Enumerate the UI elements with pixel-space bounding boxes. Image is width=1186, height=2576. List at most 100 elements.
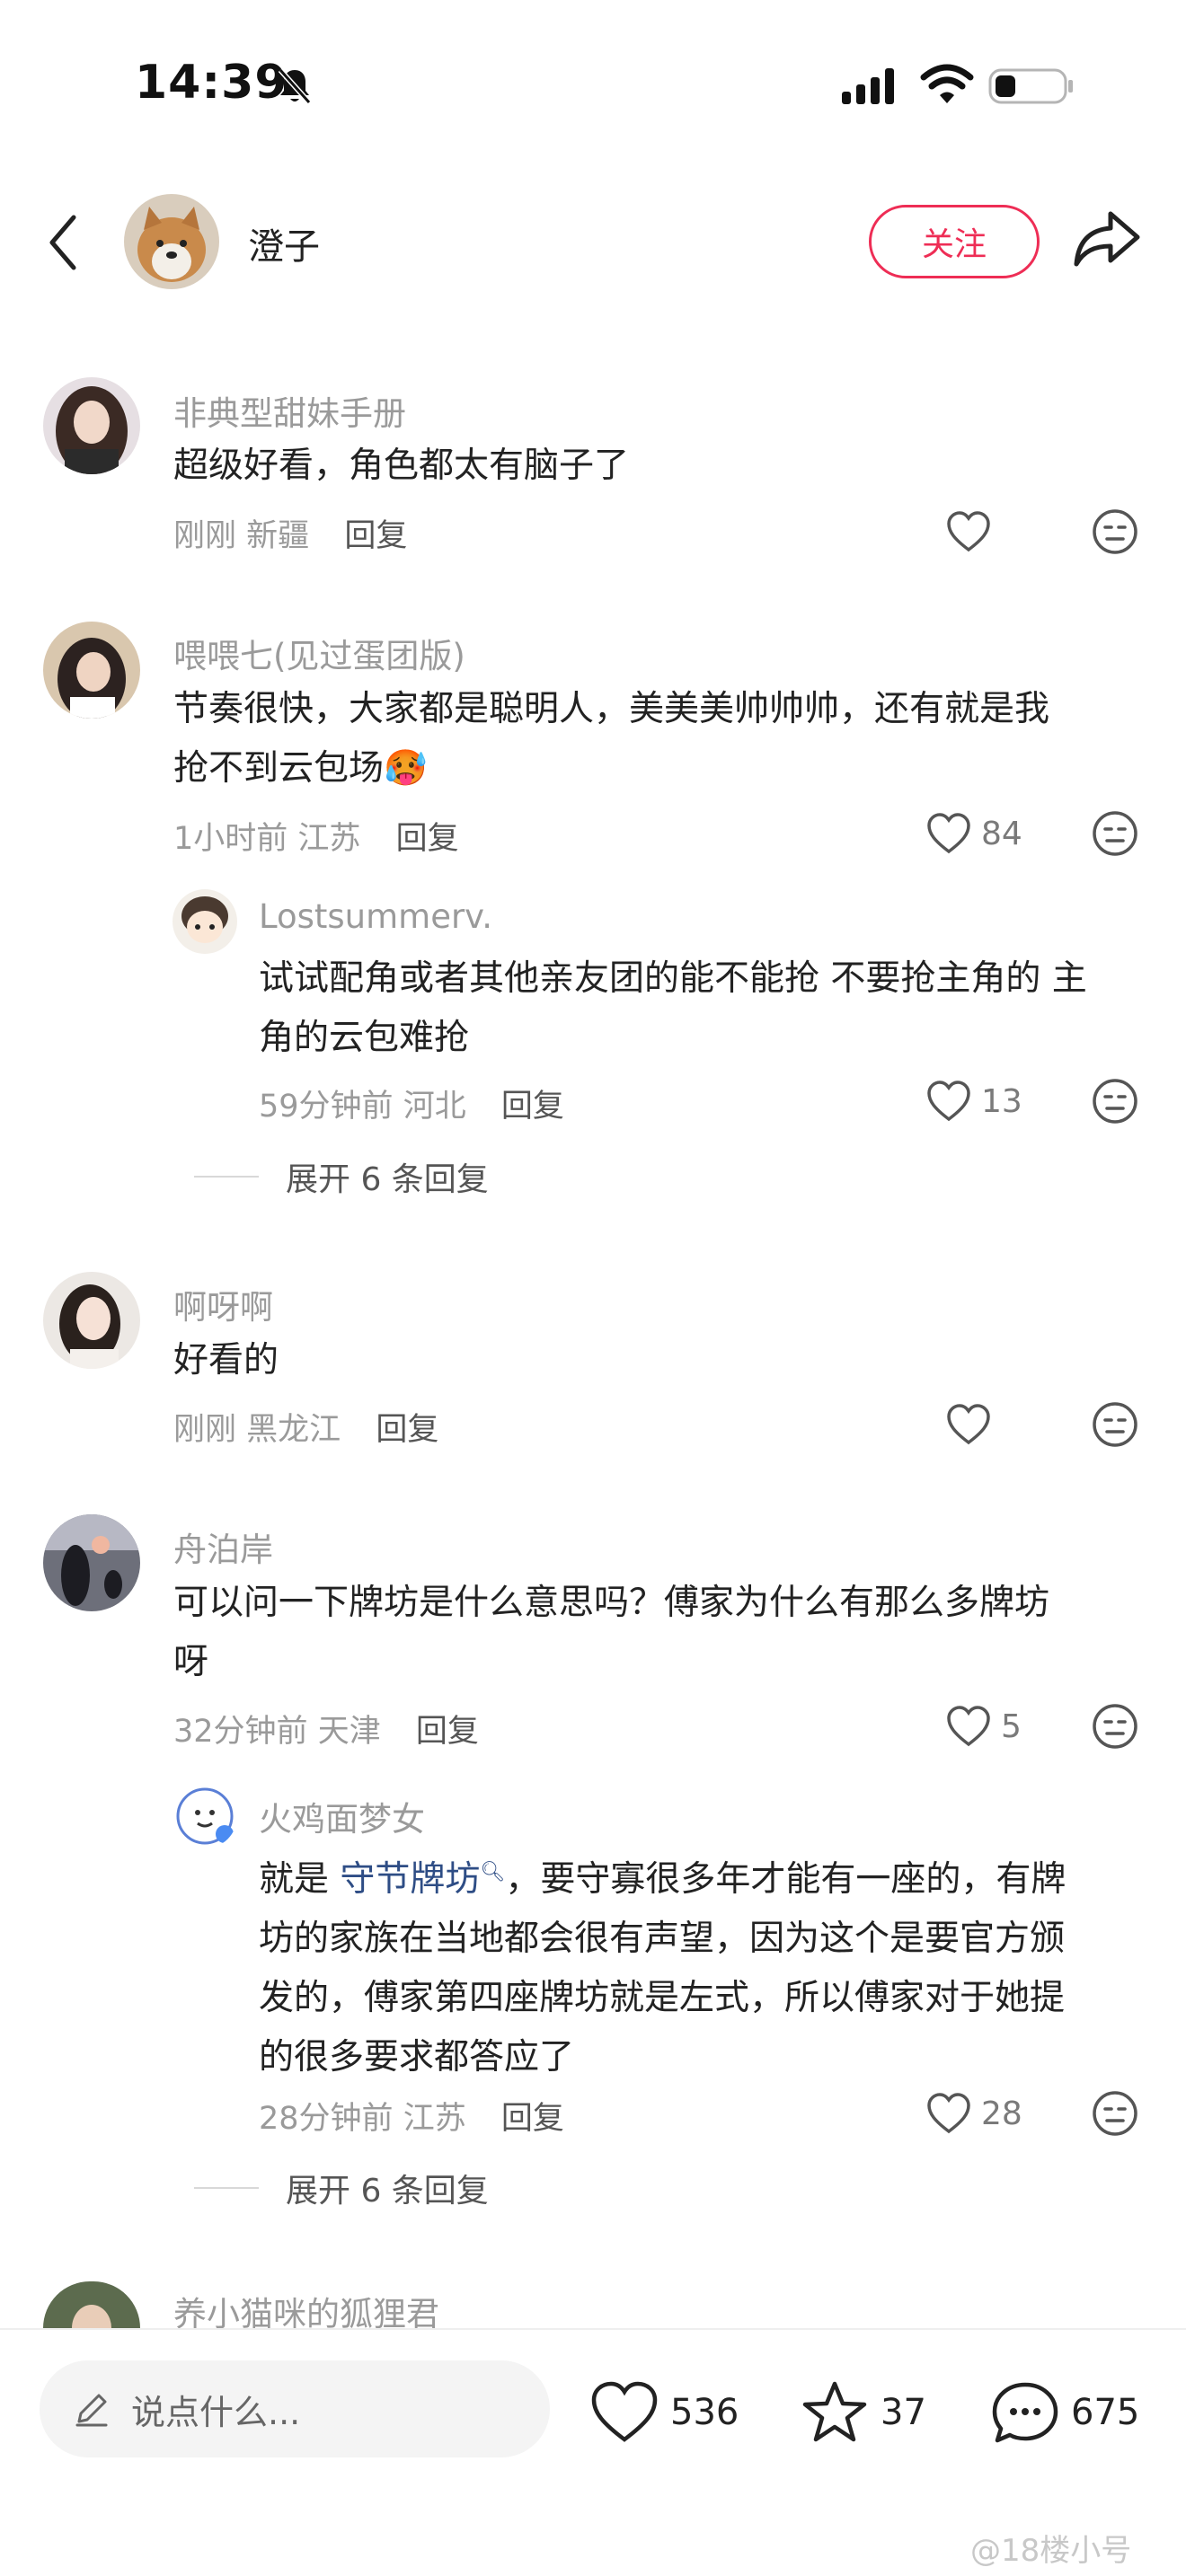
reply-time: 59分钟前 <box>259 1089 394 1125</box>
comment-text-line: 节奏很快，大家都是聪明人，美美美帅帅帅，还有就是我 <box>173 689 1050 729</box>
heart-icon <box>947 1404 990 1445</box>
heart-icon <box>947 511 990 552</box>
expand-replies-button[interactable]: 展开 6 条回复 <box>194 1153 489 1200</box>
dislike-face-icon[interactable] <box>1091 2089 1139 2138</box>
reply-text-prefix: 就是 <box>259 1859 341 1900</box>
reply-text-line: 就是 守节牌坊🔍︎，要守寡很多年才能有一座的，有牌 <box>259 1843 1148 1910</box>
expand-divider <box>194 2187 259 2189</box>
reply-button[interactable]: 回复 <box>416 1714 479 1750</box>
commenter-username[interactable]: 啊呀啊 <box>173 1280 273 1328</box>
reply-time: 28分钟前 <box>259 2101 394 2137</box>
pencil-icon <box>75 2394 108 2427</box>
comment-text: 好看的 <box>173 1340 279 1381</box>
comment-time: 刚刚 <box>173 518 237 554</box>
like-button[interactable] <box>945 1399 992 1450</box>
commenter-username[interactable]: 喂喂七(见过蛋团版) <box>173 629 465 677</box>
comment-post-button[interactable]: 675 <box>990 2378 1139 2447</box>
heart-icon <box>927 1081 970 1122</box>
comment-meta: 刚刚 黑龙江 回复 <box>173 1404 438 1450</box>
like-button[interactable] <box>945 507 992 557</box>
heart-icon <box>927 813 970 854</box>
comment-text: 节奏很快，大家都是聪明人，美美美帅帅帅，还有就是我 抢不到云包场🥵 <box>173 680 1144 798</box>
commenter-username[interactable]: 非典型甜妹手册 <box>173 386 406 435</box>
status-time: 14:39 <box>135 56 288 110</box>
author-avatar[interactable] <box>124 194 219 289</box>
comment-text-line: 抢不到云包场 <box>173 748 385 789</box>
dislike-face-icon[interactable] <box>1091 1400 1139 1449</box>
share-icon[interactable] <box>1071 207 1143 271</box>
commenter-avatar[interactable] <box>43 622 140 719</box>
comment-text-line: 可以问一下牌坊是什么意思吗？傅家为什么有那么多牌坊 <box>173 1583 1050 1623</box>
commenter-avatar[interactable] <box>43 377 140 474</box>
like-button[interactable]: 84 <box>925 808 1022 859</box>
like-button[interactable]: 13 <box>925 1076 1022 1126</box>
reply-meta: 59分钟前 河北 回复 <box>259 1081 564 1126</box>
like-post-button[interactable]: 536 <box>589 2378 739 2447</box>
comment-meta: 1小时前 江苏 回复 <box>173 813 459 859</box>
bell-muted-icon <box>278 68 312 104</box>
heart-icon <box>947 1706 990 1747</box>
heart-icon <box>927 2093 970 2134</box>
comment-meta: 刚刚 新疆 回复 <box>173 510 407 556</box>
reply-button[interactable]: 回复 <box>501 2101 564 2137</box>
replier-username[interactable]: Lostsummerv. <box>259 897 492 936</box>
dislike-face-icon[interactable] <box>1091 1077 1139 1125</box>
expand-replies-label[interactable]: 展开 6 条回复 <box>286 2165 489 2211</box>
star-icon <box>802 2381 867 2442</box>
expand-replies-label[interactable]: 展开 6 条回复 <box>286 1153 489 1200</box>
expand-divider <box>194 1176 259 1178</box>
comment-time: 1小时前 <box>173 821 288 857</box>
reply-location: 河北 <box>403 1089 466 1125</box>
commenter-avatar[interactable] <box>43 2281 140 2328</box>
reply-button[interactable]: 回复 <box>376 1412 438 1448</box>
comment-input[interactable]: 说点什么... <box>40 2360 550 2457</box>
like-button[interactable]: 28 <box>925 2088 1022 2139</box>
comment-text: 超级好看，角色都太有脑子了 <box>173 446 630 486</box>
comment-input-placeholder[interactable]: 说点什么... <box>131 2385 300 2434</box>
follow-button[interactable]: 关注 <box>869 205 1040 278</box>
post-favorite-count: 37 <box>881 2392 926 2433</box>
reply-text-line: 坊的家族在当地都会很有声望，因为这个是要官方颁 <box>259 1919 1066 1959</box>
dislike-face-icon[interactable] <box>1091 1702 1139 1751</box>
replier-username[interactable]: 火鸡面梦女 <box>259 1792 425 1840</box>
comment-location: 黑龙江 <box>246 1412 341 1448</box>
replier-avatar[interactable] <box>173 889 237 954</box>
post-like-count: 536 <box>670 2392 739 2433</box>
reply-button[interactable]: 回复 <box>396 821 459 857</box>
reply-text: 就是 守节牌坊🔍︎，要守寡很多年才能有一座的，有牌 坊的家族在当地都会很有声望，… <box>259 1843 1148 2087</box>
post-comment-count: 675 <box>1071 2392 1140 2433</box>
wifi-icon <box>920 64 974 103</box>
like-count: 13 <box>981 1082 1022 1120</box>
commenter-avatar[interactable] <box>43 1514 140 1611</box>
like-button[interactable]: 5 <box>945 1701 1022 1751</box>
reply-text-line: 角的云包难抢 <box>259 1018 470 1058</box>
comment-text-line: 呀 <box>173 1642 209 1682</box>
comment-bubble-icon <box>992 2382 1058 2443</box>
commenter-username[interactable]: 舟泊岸 <box>173 1522 273 1571</box>
reply-button[interactable]: 回复 <box>501 1089 564 1125</box>
search-icon: 🔍︎ <box>480 1861 506 1883</box>
dislike-face-icon[interactable] <box>1091 507 1139 556</box>
reply-button[interactable]: 回复 <box>344 518 407 554</box>
replier-avatar[interactable] <box>173 1784 237 1848</box>
expand-replies-button[interactable]: 展开 6 条回复 <box>194 2165 489 2211</box>
cellular-signal-icon <box>842 68 894 104</box>
watermark: @18楼小号 <box>970 2533 1132 2569</box>
comment-text: 可以问一下牌坊是什么意思吗？傅家为什么有那么多牌坊 呀 <box>173 1574 1144 1692</box>
reply-text-line: 发的，傅家第四座牌坊就是左式，所以傅家对于她提 <box>259 1978 1066 2018</box>
reply-text-line: 试试配角或者其他亲友团的能不能抢 不要抢主角的 主 <box>259 958 1087 999</box>
comment-location: 新疆 <box>246 518 310 554</box>
keyword-link[interactable]: 守节牌坊 <box>340 1859 480 1900</box>
commenter-avatar[interactable] <box>43 1272 140 1369</box>
emoji-hot-face: 🥵 <box>384 748 428 789</box>
favorite-post-button[interactable]: 37 <box>800 2378 926 2447</box>
author-name[interactable]: 澄子 <box>248 217 320 269</box>
comment-location: 江苏 <box>297 821 361 857</box>
back-arrow-icon[interactable] <box>45 212 81 273</box>
dislike-face-icon[interactable] <box>1091 809 1139 858</box>
reply-text: 试试配角或者其他亲友团的能不能抢 不要抢主角的 主 角的云包难抢 <box>259 949 1148 1068</box>
battery-icon <box>988 68 1073 104</box>
status-bar: 14:39 <box>0 0 1186 180</box>
comment-meta: 32分钟前 天津 回复 <box>173 1706 479 1751</box>
comment-location: 天津 <box>317 1714 381 1750</box>
